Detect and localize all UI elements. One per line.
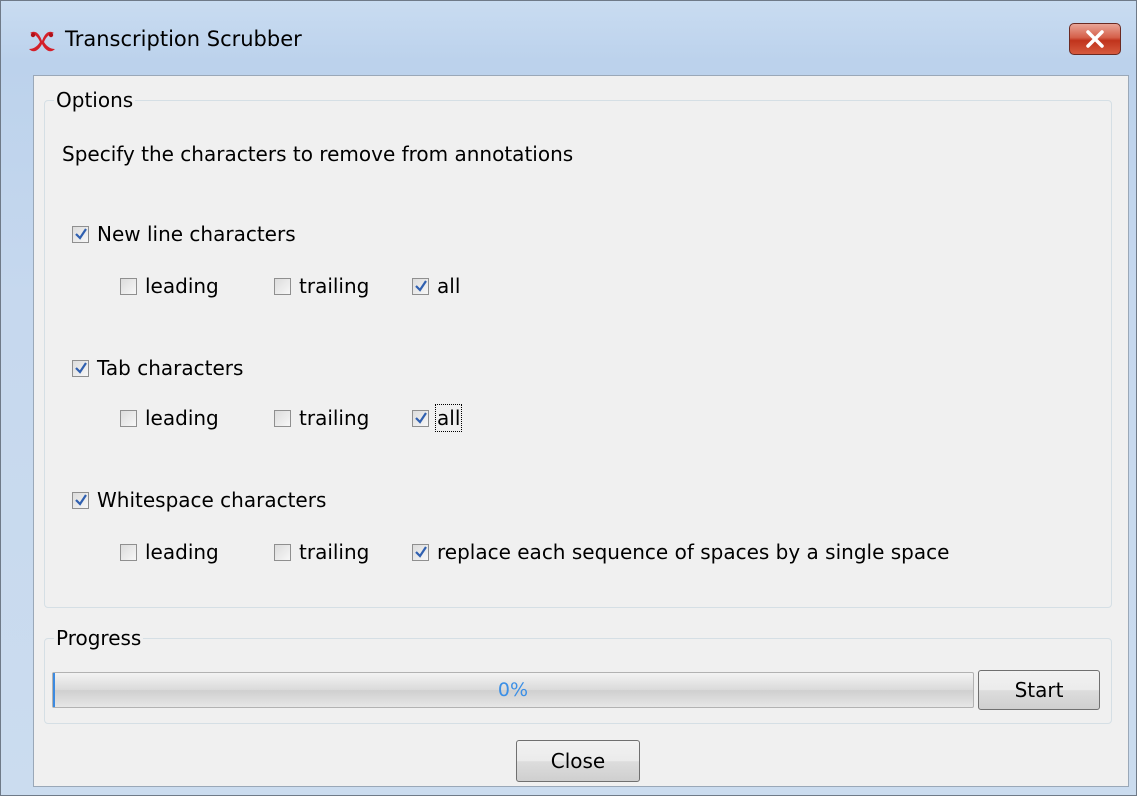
- newline-trailing-label: trailing: [299, 274, 370, 298]
- options-group: [44, 100, 1112, 608]
- checkbox-checked-icon: [72, 359, 89, 377]
- newline-trailing-checkbox[interactable]: trailing: [274, 274, 369, 298]
- tab-leading-label: leading: [145, 406, 219, 430]
- newline-all-checkbox[interactable]: all: [412, 274, 460, 298]
- checkbox-unchecked-icon: [120, 543, 137, 561]
- tab-all-label: all: [434, 404, 463, 432]
- newline-label: New line characters: [97, 222, 296, 246]
- tab-label: Tab characters: [97, 356, 244, 380]
- whitespace-replace-label: replace each sequence of spaces by a sin…: [437, 540, 950, 564]
- newline-leading-label: leading: [145, 274, 219, 298]
- whitespace-leading-label: leading: [145, 540, 219, 564]
- progress-legend: Progress: [54, 626, 144, 650]
- dialog-window: Transcription Scrubber Options Specify t…: [0, 0, 1137, 796]
- checkbox-unchecked-icon: [274, 277, 291, 295]
- transcription-scrubber-app-icon: [27, 27, 57, 57]
- window-close-button[interactable]: [1069, 23, 1121, 55]
- whitespace-checkbox[interactable]: Whitespace characters: [72, 488, 326, 512]
- title-bar[interactable]: Transcription Scrubber: [1, 1, 1136, 71]
- checkbox-unchecked-icon: [120, 409, 137, 427]
- checkbox-checked-icon: [412, 409, 429, 427]
- tab-leading-checkbox[interactable]: leading: [120, 406, 219, 430]
- whitespace-trailing-label: trailing: [299, 540, 370, 564]
- newline-checkbox[interactable]: New line characters: [72, 222, 296, 246]
- options-instructions: Specify the characters to remove from an…: [62, 142, 574, 166]
- dialog-body: Options Specify the characters to remove…: [33, 75, 1129, 787]
- progress-percent: 0%: [497, 679, 529, 701]
- checkbox-unchecked-icon: [120, 277, 137, 295]
- whitespace-trailing-checkbox[interactable]: trailing: [274, 540, 369, 564]
- window-title: Transcription Scrubber: [65, 27, 302, 51]
- checkbox-checked-icon: [412, 277, 429, 295]
- progress-bar: 0%: [52, 672, 974, 708]
- whitespace-replace-checkbox[interactable]: replace each sequence of spaces by a sin…: [412, 540, 949, 564]
- tab-checkbox[interactable]: Tab characters: [72, 356, 243, 380]
- checkbox-checked-icon: [72, 225, 89, 243]
- options-legend: Options: [54, 88, 136, 112]
- checkbox-unchecked-icon: [274, 409, 291, 427]
- checkbox-checked-icon: [72, 491, 89, 509]
- tab-all-checkbox[interactable]: all: [412, 404, 463, 432]
- newline-leading-checkbox[interactable]: leading: [120, 274, 219, 298]
- checkbox-unchecked-icon: [274, 543, 291, 561]
- tab-trailing-label: trailing: [299, 406, 370, 430]
- start-button[interactable]: Start: [978, 670, 1100, 710]
- whitespace-label: Whitespace characters: [97, 488, 327, 512]
- newline-all-label: all: [437, 274, 461, 298]
- close-icon: [1086, 30, 1104, 48]
- checkbox-checked-icon: [412, 543, 429, 561]
- whitespace-leading-checkbox[interactable]: leading: [120, 540, 219, 564]
- tab-trailing-checkbox[interactable]: trailing: [274, 406, 369, 430]
- close-button[interactable]: Close: [516, 740, 640, 782]
